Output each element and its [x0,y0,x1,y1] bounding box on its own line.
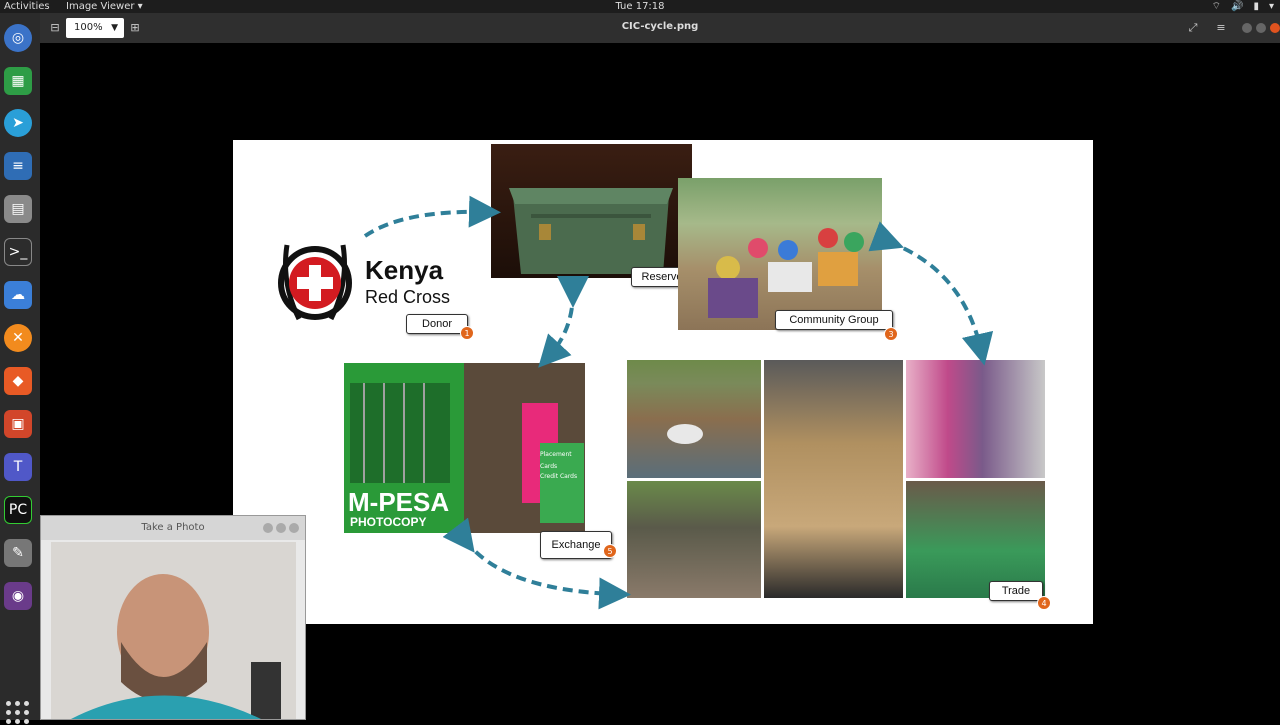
arrow-reserve-to-exchange [538,275,590,368]
dock: ◎ ▦ ➤ ≡ ▤ >_ ☁ ✕ ◆ ▣ T PC ✎ ◉ [0,13,40,724]
volume-icon: 🔊 [1231,1,1244,12]
top-bar: Activities Image Viewer ▾ Tue 17:18 ⌔ 🔊 … [0,0,1280,13]
power-menu-icon: ▾ [1268,1,1274,12]
mpesa-kiosk-photo: M-PESA PHOTOCOPY Placement Cards Credit … [344,363,585,533]
take-a-photo-title: Take a Photo [141,522,205,533]
reserve-cashbox-photo [491,144,692,278]
activities-button[interactable]: Activities [4,0,50,13]
arrow-community-to-trade [868,221,994,366]
zoom-select[interactable]: 100% ▼ [66,18,124,38]
trade-badge: 4 [1037,596,1051,610]
app-menu-label: Image Viewer [66,1,135,12]
brave-icon[interactable]: ◆ [4,367,32,395]
chromium-icon[interactable]: ◎ [4,24,32,52]
app-menu[interactable]: Image Viewer ▾ [66,0,143,13]
kiosk-sign: M-PESA [348,487,450,517]
cloud-icon[interactable]: ☁ [4,281,32,309]
community-group-badge: 3 [884,327,898,341]
window-title: CIC-cycle.png [621,21,699,32]
take-a-photo-window[interactable]: Take a Photo [40,515,306,720]
terminal-icon[interactable]: >_ [4,238,32,266]
telegram-icon[interactable]: ➤ [4,109,32,137]
kiosk-sub: PHOTOCOPY [350,515,427,529]
minimize-button[interactable] [1242,23,1252,33]
community-group-label: Community Group [775,310,893,330]
maximize-button[interactable] [276,523,286,533]
spreadsheet-icon[interactable]: ▦ [4,67,32,95]
exchange-label: Exchange [540,531,612,559]
teams-icon[interactable]: T [4,453,32,481]
presentation-icon[interactable]: ▣ [4,410,32,438]
zoom-out-button[interactable]: ⊟ [48,19,62,37]
document-icon[interactable]: ≡ [4,152,32,180]
take-a-photo-titlebar[interactable]: Take a Photo [41,516,305,540]
drying-fish-photo [764,360,903,598]
xampp-icon[interactable]: ✕ [4,324,32,352]
donor-badge: 1 [460,326,474,340]
clock[interactable]: Tue 17:18 [0,0,1280,13]
close-button[interactable] [1270,23,1280,33]
minimize-button[interactable] [263,523,273,533]
community-group-photo [678,178,882,330]
arrow-donor-to-reserve [363,195,501,238]
image-viewer-headerbar: ⊟ 100% ▼ ⊞ CIC-cycle.png ⤢ ≡ [40,13,1280,43]
logo-line-2: Red Cross [365,287,451,307]
image-editor-icon[interactable]: ✎ [4,539,32,567]
fullscreen-button[interactable]: ⤢ [1186,19,1200,37]
shop-counter-photo [906,360,1045,478]
fishing-photo [627,360,761,478]
kiosk-board-2: Cards [540,463,558,470]
trade-label: Trade [989,581,1043,601]
zoom-value: 100% [74,22,103,33]
system-tray[interactable]: ⌔ 🔊 ▮ ▾ [1212,0,1274,13]
menu-button[interactable]: ≡ [1214,19,1228,37]
network-icon: ⌔ [1211,1,1221,12]
webcam-icon[interactable]: ◉ [4,582,32,610]
close-button[interactable] [289,523,299,533]
exchange-badge: 5 [603,544,617,558]
kiosk-board-1: Placement [540,451,572,458]
show-applications-icon[interactable] [6,701,30,725]
maximize-button[interactable] [1256,23,1266,33]
pycharm-icon[interactable]: PC [4,496,32,524]
kiosk-board-3: Credit Cards [540,473,578,480]
cic-cycle-image: Kenya Red Cross Reserve 2 Community Grou… [233,140,1093,624]
file-manager-icon[interactable]: ▤ [4,195,32,223]
zoom-in-button[interactable]: ⊞ [128,19,142,37]
logo-line-1: Kenya [365,255,444,285]
donor-label: Donor [406,314,468,334]
chevron-down-icon: ▼ [111,23,118,33]
webcam-preview [51,542,296,719]
battery-icon: ▮ [1253,1,1259,12]
smoking-fish-photo [627,481,761,598]
red-cross-emblem-icon [278,244,352,321]
